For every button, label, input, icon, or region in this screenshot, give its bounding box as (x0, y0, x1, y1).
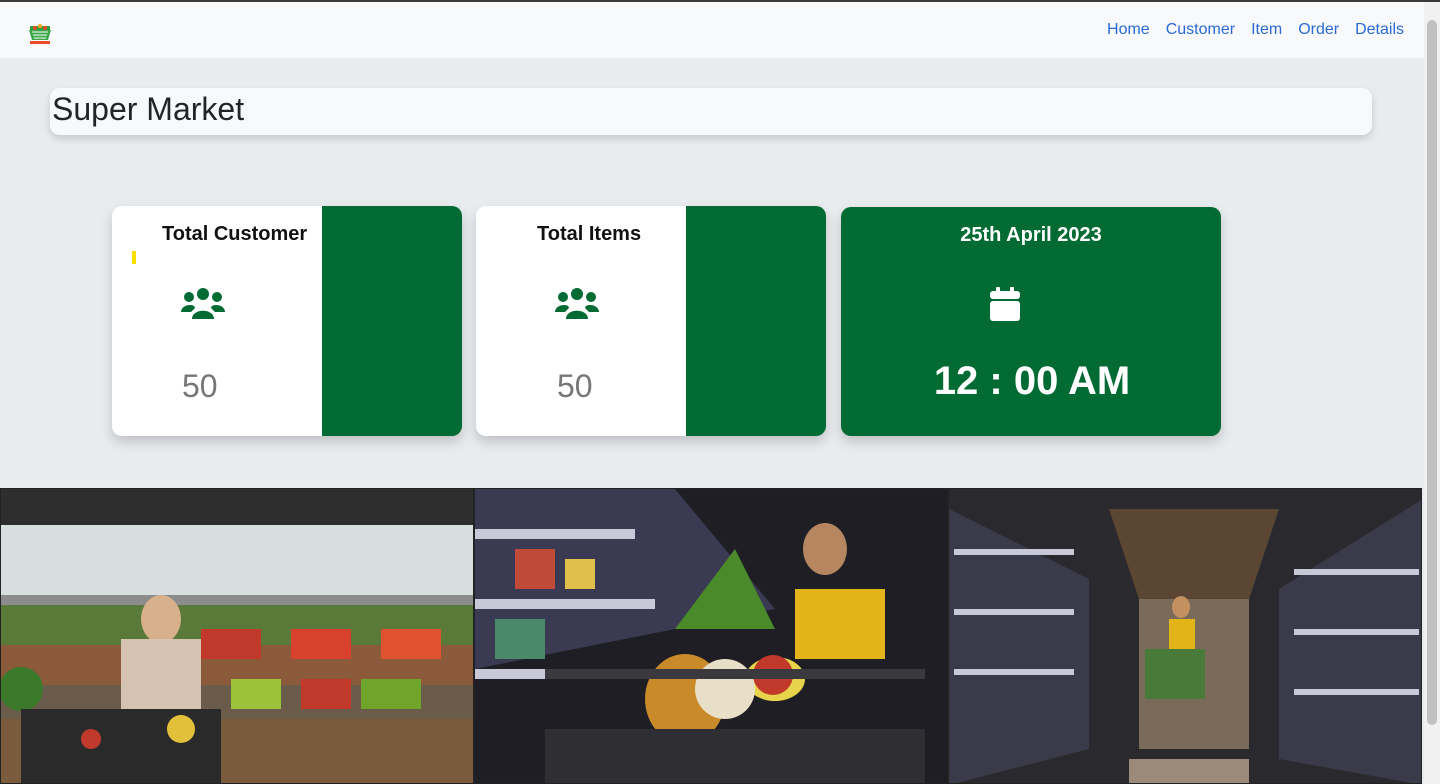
page-title-box: Super Market (50, 88, 1372, 135)
total-items-label: Total Items (537, 223, 642, 245)
nav-links: Home Customer Item Order Details (1107, 21, 1404, 39)
users-icon (555, 288, 599, 319)
total-items-card: Total Items 50 (476, 206, 826, 436)
card-accent-panel (322, 206, 462, 436)
yellow-indicator (132, 251, 136, 264)
total-customer-label: Total Customer (162, 223, 308, 245)
navbar: Home Customer Item Order Details (0, 2, 1424, 58)
users-icon (181, 288, 225, 319)
photo-gallery (0, 488, 1424, 784)
total-customer-count: 50 (182, 368, 218, 404)
nav-order-link[interactable]: Order (1298, 21, 1339, 39)
total-items-count: 50 (557, 368, 593, 404)
card-accent-panel (686, 206, 826, 436)
current-time: 12 : 00 AM (933, 359, 1131, 403)
supermarket-logo[interactable] (26, 20, 54, 48)
scrollbar-thumb[interactable] (1427, 20, 1437, 725)
nav-item-link[interactable]: Item (1251, 21, 1282, 39)
nav-customer-link[interactable]: Customer (1166, 21, 1235, 39)
supermarket-aisle-photo (948, 488, 1422, 784)
total-customer-card: Total Customer 50 (112, 206, 462, 436)
current-date: 25th April 2023 (960, 224, 1102, 246)
page-title: Super Market (52, 91, 245, 127)
calendar-icon (990, 287, 1020, 321)
nav-home-link[interactable]: Home (1107, 21, 1150, 39)
datetime-card: 25th April 2023 12 : 00 AM (841, 207, 1221, 436)
supermarket-cart-photo (474, 488, 948, 784)
scrollbar-track[interactable] (1424, 2, 1440, 784)
nav-details-link[interactable]: Details (1355, 21, 1404, 39)
supermarket-produce-photo (0, 488, 474, 784)
